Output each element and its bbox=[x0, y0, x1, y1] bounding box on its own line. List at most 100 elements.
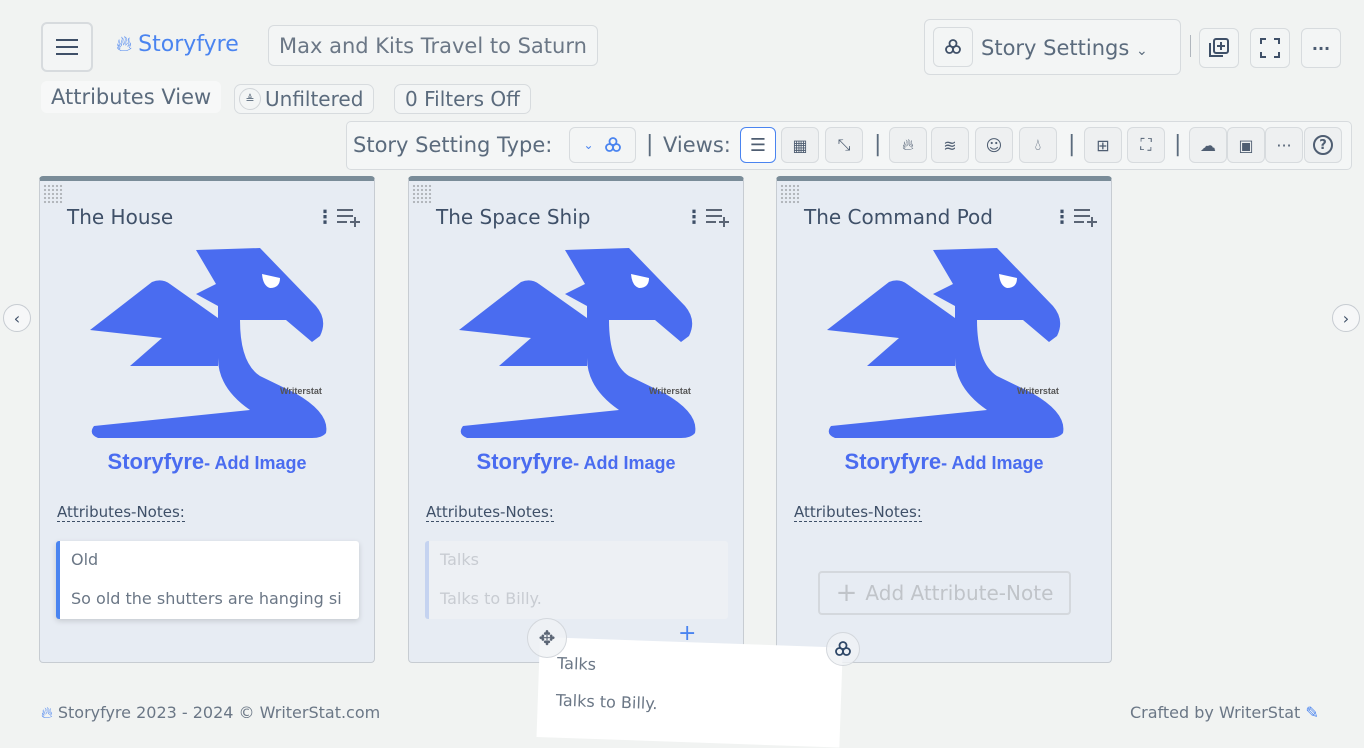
compress-icon: ⤡ bbox=[838, 135, 851, 155]
drop-button[interactable]: 💧︎ bbox=[1019, 127, 1057, 163]
watermark: Writerstat bbox=[1017, 386, 1059, 396]
hex-cluster-icon bbox=[832, 638, 854, 660]
grid-icon: ▦ bbox=[792, 136, 807, 155]
pencil-icon: ✎ bbox=[1305, 703, 1318, 722]
add-image-link[interactable]: Storyfyre- Add Image bbox=[409, 449, 743, 475]
hex-cluster-icon bbox=[604, 136, 622, 154]
note-text: So old the shutters are hanging si bbox=[71, 589, 348, 609]
face-button[interactable]: ☺ bbox=[975, 127, 1013, 163]
view-grid-button[interactable]: ▦ bbox=[781, 127, 819, 163]
separator: | bbox=[1174, 132, 1181, 157]
drag-handle[interactable]: ✥ bbox=[527, 618, 567, 658]
dragon-placeholder-image[interactable]: Writerstat bbox=[459, 248, 699, 443]
scroll-left-button[interactable]: ‹ bbox=[3, 304, 31, 332]
drag-grip-icon[interactable] bbox=[780, 184, 800, 204]
chevron-left-icon: ‹ bbox=[14, 309, 20, 328]
expand-button[interactable]: ⛶ bbox=[1127, 127, 1165, 163]
add-list-icon[interactable] bbox=[336, 207, 362, 227]
chevron-right-icon: › bbox=[1343, 309, 1349, 328]
fire-icon: 🔥︎ bbox=[902, 135, 914, 155]
card-title[interactable]: The Space Ship bbox=[436, 205, 590, 229]
dragging-note[interactable]: Talks Talks to Billy. bbox=[537, 637, 843, 748]
scroll-right-button[interactable]: › bbox=[1332, 304, 1360, 332]
add-new-button[interactable] bbox=[1199, 28, 1239, 68]
note-title: Talks bbox=[557, 654, 825, 682]
drop-target[interactable] bbox=[826, 632, 860, 666]
more-tools-button[interactable]: ··· bbox=[1265, 127, 1303, 163]
droplet-icon: 💧︎ bbox=[1035, 135, 1041, 155]
add-card-button[interactable]: ⊞ bbox=[1084, 127, 1122, 163]
filters-off-button[interactable]: 0 Filters Off bbox=[394, 84, 531, 114]
move-icon: ✥ bbox=[539, 626, 556, 650]
card-title[interactable]: The House bbox=[67, 205, 173, 229]
dragon-placeholder-image[interactable]: Writerstat bbox=[827, 248, 1067, 443]
view-compact-button[interactable]: ⤡ bbox=[825, 127, 863, 163]
add-note-label: Add Attribute-Note bbox=[865, 581, 1053, 605]
flame-icon: 🔥︎ bbox=[116, 32, 132, 57]
dashboard-icon: ▣ bbox=[1238, 136, 1253, 155]
waves-icon: ≋ bbox=[943, 136, 956, 155]
add-copy-icon: ⊞ bbox=[1096, 136, 1109, 155]
filter-icon: ≜ bbox=[239, 88, 261, 110]
view-list-button[interactable]: ☰ bbox=[740, 127, 776, 163]
setting-type-label: Story Setting Type: bbox=[353, 133, 552, 157]
attribute-note-placeholder: Talks Talks to Billy. bbox=[425, 541, 728, 619]
cloud-upload-button[interactable]: ☁ bbox=[1189, 127, 1227, 163]
attribute-note[interactable]: Old So old the shutters are hanging si bbox=[56, 541, 359, 619]
note-title: Old bbox=[71, 550, 348, 570]
fullscreen-icon bbox=[1260, 38, 1280, 58]
add-copy-icon bbox=[1209, 38, 1229, 58]
watermark: Writerstat bbox=[280, 386, 322, 396]
card-menu-icon[interactable]: ⋮ bbox=[316, 207, 334, 228]
card-menu-icon[interactable]: ⋮ bbox=[685, 207, 703, 228]
footer-copyright: 🔥︎ Storyfyre 2023 - 2024 © WriterStat.co… bbox=[41, 703, 380, 723]
views-label: Views: bbox=[663, 133, 731, 157]
drag-grip-icon[interactable] bbox=[43, 184, 63, 204]
hamburger-icon bbox=[56, 38, 78, 56]
dragon-placeholder-image[interactable]: Writerstat bbox=[90, 248, 330, 443]
more-button[interactable]: ··· bbox=[1301, 28, 1341, 68]
story-settings-label[interactable]: Story Settings ⌄ bbox=[981, 36, 1148, 60]
align-left-icon: ☰ bbox=[750, 135, 766, 156]
drag-grip-icon[interactable] bbox=[412, 184, 432, 204]
fire-button[interactable]: 🔥︎ bbox=[889, 127, 927, 163]
add-list-icon[interactable] bbox=[705, 207, 731, 227]
dashboard-button[interactable]: ▣ bbox=[1227, 127, 1265, 163]
brand-logo[interactable]: 🔥︎ Storyfyre bbox=[116, 32, 239, 57]
flame-icon: 🔥︎ bbox=[41, 703, 53, 722]
filter-button[interactable]: ≜Unfiltered bbox=[234, 84, 374, 114]
card-title[interactable]: The Command Pod bbox=[804, 205, 993, 229]
water-button[interactable]: ≋ bbox=[931, 127, 969, 163]
footer-crafted[interactable]: Crafted by WriterStat ✎ bbox=[1130, 703, 1319, 722]
separator: | bbox=[646, 132, 653, 157]
setting-card: The Command Pod ⋮ Writerstat Storyfyre- … bbox=[776, 176, 1112, 663]
story-title[interactable]: Max and Kits Travel to Saturn bbox=[268, 25, 598, 66]
add-image-link[interactable]: Storyfyre- Add Image bbox=[40, 449, 374, 475]
crafted-text: Crafted by WriterStat bbox=[1130, 703, 1300, 722]
setting-type-select[interactable]: ⌄ bbox=[569, 127, 636, 163]
face-icon: ☺ bbox=[986, 136, 1003, 155]
divider bbox=[1190, 35, 1191, 57]
help-button[interactable]: ? bbox=[1304, 127, 1342, 163]
setting-card: The House ⋮ Writerstat Storyfyre- Add Im… bbox=[39, 176, 375, 663]
notes-label: Attributes-Notes: bbox=[57, 503, 185, 522]
watermark: Writerstat bbox=[649, 386, 691, 396]
view-label: Attributes View bbox=[41, 81, 221, 113]
menu-button[interactable] bbox=[41, 22, 93, 72]
help-icon: ? bbox=[1313, 135, 1333, 155]
plus-icon: + bbox=[836, 578, 858, 608]
add-image-link[interactable]: Storyfyre- Add Image bbox=[777, 449, 1111, 475]
fullscreen-button[interactable] bbox=[1250, 28, 1290, 68]
hex-cluster-icon bbox=[942, 36, 964, 58]
card-menu-icon[interactable]: ⋮ bbox=[1053, 207, 1071, 228]
notes-label: Attributes-Notes: bbox=[794, 503, 922, 522]
separator: | bbox=[1068, 132, 1075, 157]
story-settings-icon-button[interactable] bbox=[933, 27, 973, 67]
toolbar: Story Setting Type: ⌄ | Views: ☰ ▦ ⤡ | 🔥… bbox=[346, 121, 1352, 170]
note-text: Talks to Billy. bbox=[440, 589, 717, 609]
chevron-down-icon: ⌄ bbox=[583, 138, 593, 152]
add-attribute-note-button[interactable]: + Add Attribute-Note bbox=[818, 571, 1071, 615]
note-title: Talks bbox=[440, 550, 717, 570]
add-list-icon[interactable] bbox=[1073, 207, 1099, 227]
chevron-down-icon: ⌄ bbox=[1136, 43, 1148, 59]
